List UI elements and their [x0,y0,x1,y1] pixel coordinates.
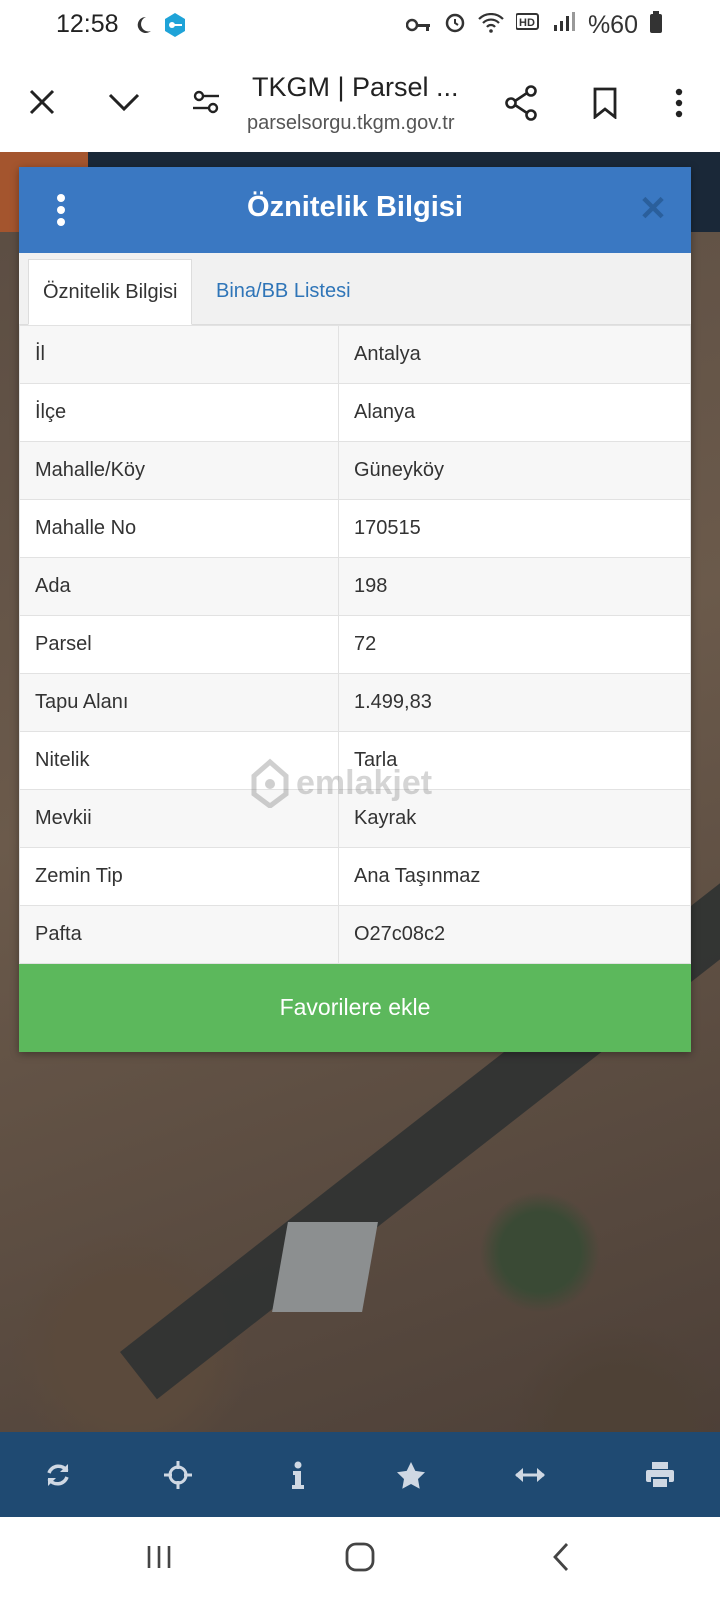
back-button[interactable] [536,1537,586,1577]
panel-title: Öznitelik Bilgisi [247,191,463,223]
add-to-favorites-button[interactable]: Favorilere ekle [19,964,691,1052]
panel-close-button[interactable]: ✕ [633,189,673,229]
home-icon [345,1542,375,1572]
key-icon [405,11,432,40]
alarm-icon [444,11,466,40]
row-value: 72 [338,615,691,674]
share-icon [505,85,537,121]
locate-icon [164,1460,192,1489]
panel-tabs: Öznitelik Bilgisi Bina/BB Listesi [19,253,691,325]
battery-text: %60 [587,11,638,39]
row-value: Ana Taşınmaz [338,847,691,906]
table-row: Mahalle/Köy Güneyköy [19,441,691,500]
chevron-down-icon [108,93,140,112]
close-tab-button[interactable] [22,82,62,122]
table-row: Mahalle No 170515 [19,499,691,558]
overflow-menu-button[interactable] [664,82,694,124]
table-row: İlçe Alanya [19,383,691,442]
moon-icon [134,15,152,40]
watermark-text: emlakjet [296,763,433,802]
favorites-button[interactable] [381,1432,441,1517]
row-value: Güneyköy [338,441,691,500]
star-icon [397,1461,425,1489]
row-key: Parsel [19,615,339,674]
tune-icon [193,90,219,114]
row-value: 1.499,83 [338,673,691,732]
row-value: Antalya [338,325,691,384]
recent-apps-button[interactable] [134,1537,184,1577]
row-key: Tapu Alanı [19,673,339,732]
page-title: TKGM | Parsel ... [252,72,459,102]
row-key: Zemin Tip [19,847,339,906]
table-row: Ada 198 [19,557,691,616]
measure-icon [515,1467,545,1482]
site-settings-button[interactable] [186,82,226,122]
svg-text:HD: HD [519,17,535,29]
refresh-button[interactable] [28,1432,88,1517]
watermark: emlakjet [250,758,432,808]
map-building [272,1222,378,1312]
recent-apps-icon [147,1546,171,1568]
wifi-icon [478,11,504,40]
table-row: Tapu Alanı 1.499,83 [19,673,691,732]
print-icon [646,1461,674,1489]
row-key: Ada [19,557,339,616]
vpn-key-icon [162,12,188,43]
more-vertical-icon [675,88,683,118]
close-icon: ✕ [638,190,668,228]
tab-attribute-info[interactable]: Öznitelik Bilgisi [28,259,193,325]
status-time: 12:58 [56,10,119,38]
table-row: Zemin Tip Ana Taşınmaz [19,847,691,906]
attribute-table: İl Antalya İlçe Alanya Mahalle/Köy Güneyköy… [19,325,691,964]
table-row: Parsel 72 [19,615,691,674]
browser-toolbar: TKGM | Parsel ... parselsorgu.tkgm.gov.t… [0,52,720,152]
hd-signal-icon: HD [514,11,576,40]
system-nav-bar [0,1517,720,1600]
row-key: Pafta [19,905,339,964]
row-key: Mahalle/Köy [19,441,339,500]
locate-button[interactable] [148,1432,208,1517]
close-icon [29,89,55,115]
info-icon [292,1461,304,1489]
row-value: Alanya [338,383,691,442]
minimize-button[interactable] [104,82,144,122]
home-pin-icon [251,758,289,808]
row-key: Mahalle No [19,499,339,558]
home-button[interactable] [335,1537,385,1577]
battery-icon [650,11,662,40]
row-key: İl [19,325,339,384]
tab-building-list[interactable]: Bina/BB Listesi [202,259,365,325]
bookmark-button[interactable] [584,82,626,124]
refresh-icon [47,1463,69,1486]
panel-header: Öznitelik Bilgisi ✕ [19,167,691,253]
row-value: 170515 [338,499,691,558]
attribute-panel: Öznitelik Bilgisi ✕ Öznitelik Bilgisi Bi… [19,167,691,1052]
row-value: 198 [338,557,691,616]
bookmark-icon [593,87,617,119]
map-toolbar [0,1432,720,1517]
measure-button[interactable] [500,1432,560,1517]
status-bar: 12:58 HD %60 [0,0,720,52]
info-button[interactable] [268,1432,328,1517]
back-icon [553,1543,569,1571]
row-key: İlçe [19,383,339,442]
row-value: O27c08c2 [338,905,691,964]
table-row: İl Antalya [19,325,691,384]
print-button[interactable] [630,1432,690,1517]
share-button[interactable] [500,82,542,124]
table-row: Pafta O27c08c2 [19,905,691,964]
page-url[interactable]: parselsorgu.tkgm.gov.tr [247,112,455,135]
